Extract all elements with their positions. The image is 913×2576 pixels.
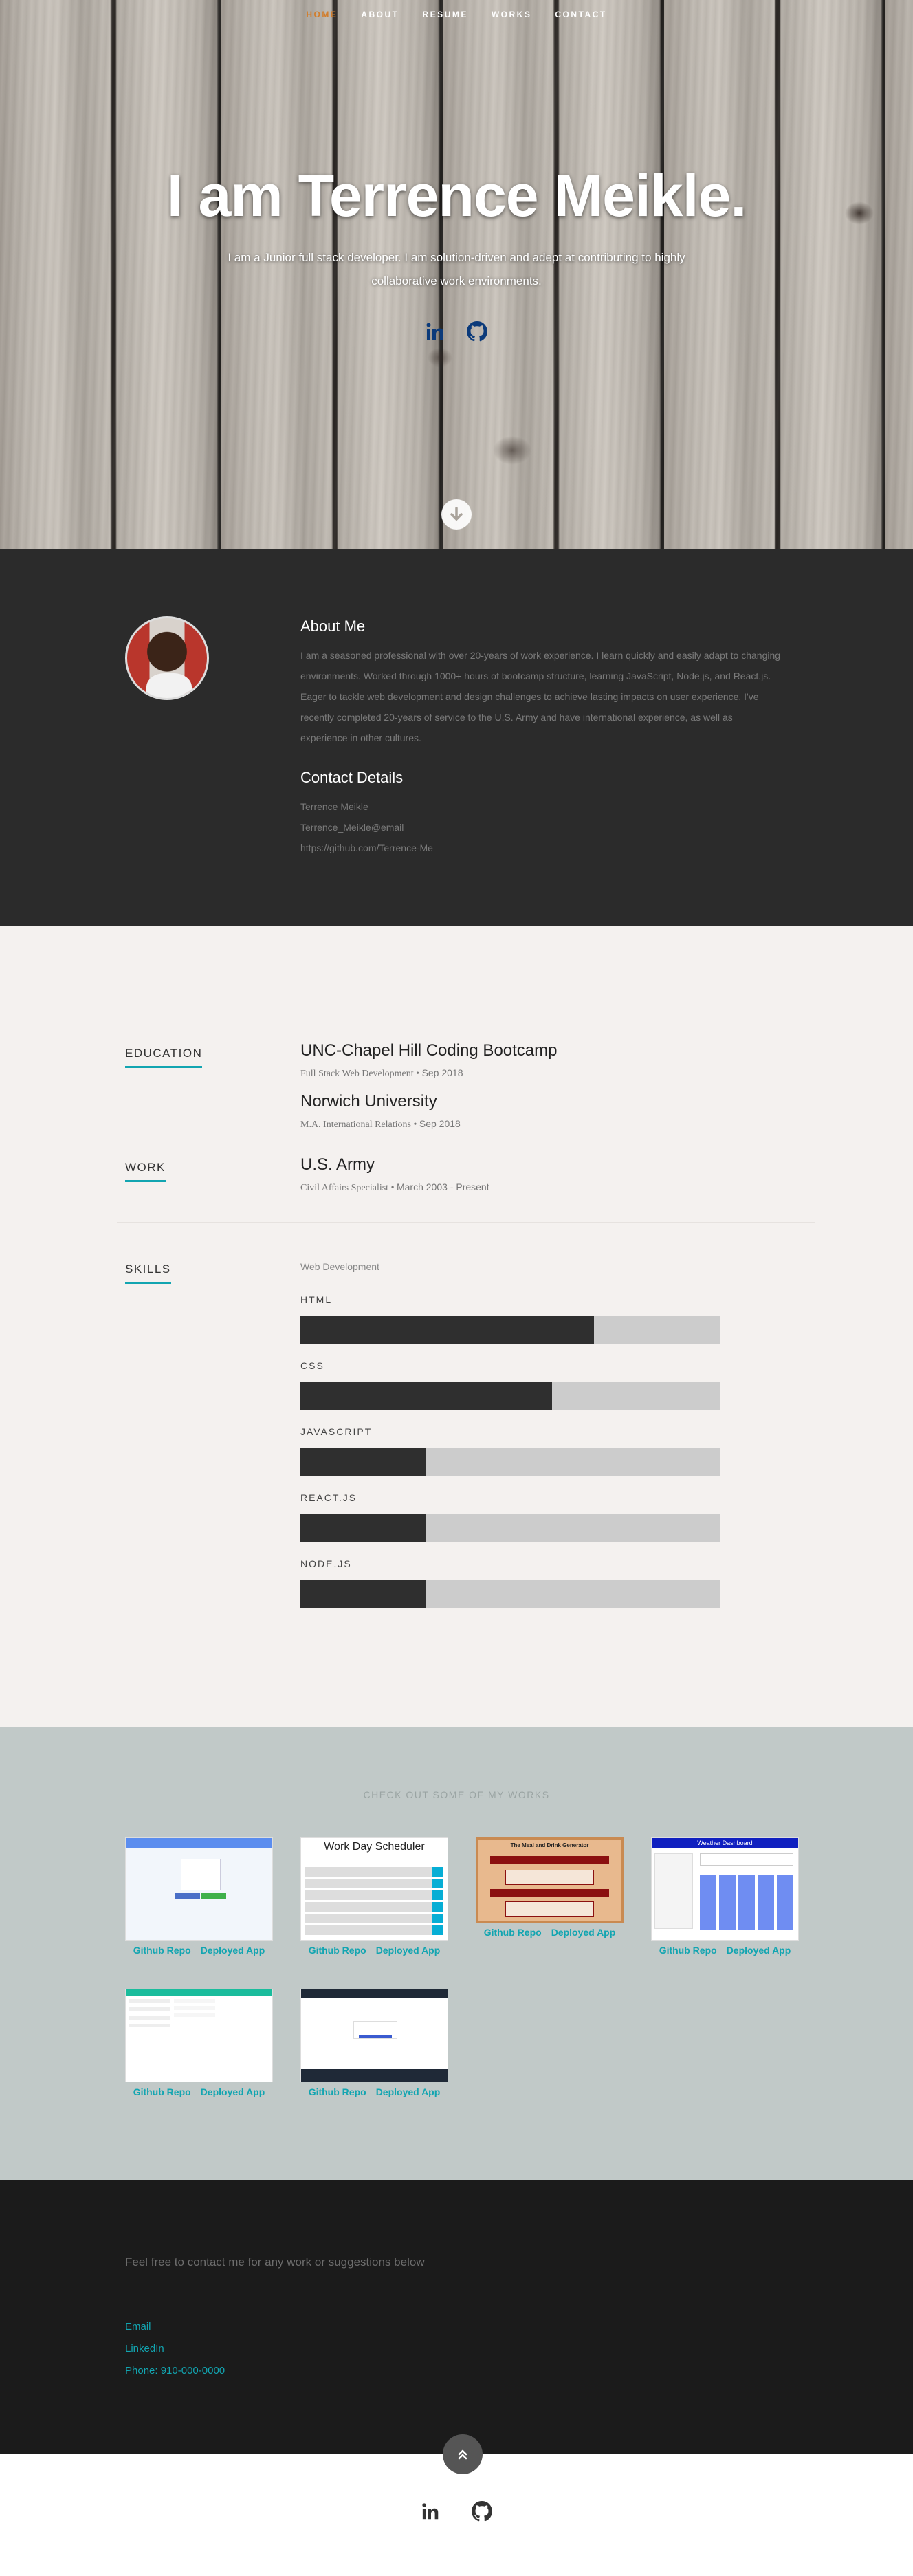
about-body: About Me I am a seasoned professional wi…	[300, 618, 782, 858]
contact-name: Terrence Meikle	[300, 801, 368, 812]
github-icon[interactable]	[465, 320, 489, 343]
profile-photo	[125, 616, 209, 700]
contact-github: https://github.com/Terrence-Me	[300, 842, 433, 853]
contact-heading: Contact Details	[300, 769, 404, 786]
skill-fill	[300, 1448, 426, 1476]
project-thumbnail[interactable]	[125, 1837, 273, 1941]
project-card: The Meal and Drink Generator Github Repo…	[476, 1837, 624, 1938]
project-thumbnail[interactable]: Work Day Scheduler	[300, 1837, 448, 1941]
nav-works[interactable]: WORKS	[492, 10, 532, 19]
skills-category: Web Development	[300, 1261, 380, 1272]
project-card: Github Repo Deployed App	[125, 1837, 273, 1956]
github-repo-link[interactable]: Github Repo	[309, 1945, 366, 1956]
footer-text: Feel free to contact me for any work or …	[125, 2256, 425, 2269]
education-title: Norwich University	[300, 1092, 437, 1111]
linkedin-link[interactable]: LinkedIn	[125, 2338, 225, 2360]
github-repo-link[interactable]: Github Repo	[133, 1945, 191, 1956]
main-nav: HOME ABOUT RESUME WORKS CONTACT	[0, 10, 913, 19]
scroll-down-button[interactable]	[441, 499, 472, 530]
skill-fill	[300, 1316, 594, 1344]
about-section: About Me I am a seasoned professional wi…	[0, 549, 913, 926]
work-label: WORK	[125, 1161, 166, 1182]
skill-name: JAVASCRIPT	[300, 1426, 373, 1437]
project-links: Github Repo Deployed App	[476, 1927, 624, 1938]
phone-link[interactable]: Phone: 910-000-0000	[125, 2360, 225, 2382]
footer-social-links	[0, 2500, 913, 2522]
work-title: U.S. Army	[300, 1155, 375, 1174]
work-meta: Civil Affairs Specialist • March 2003 - …	[300, 1181, 490, 1193]
project-thumbnail[interactable]	[125, 1989, 273, 2082]
project-thumbnail[interactable]	[300, 1989, 448, 2082]
arrow-down-icon	[450, 507, 463, 521]
contact-email: Terrence_Meikle@email	[300, 822, 404, 833]
skills-list: HTML CSS JAVASCRIPT REACT.JS NODE.JS	[300, 1294, 720, 1608]
skills-content: Web Development HTML CSS JAVASCRIPT REAC…	[300, 1261, 720, 1624]
github-repo-link[interactable]: Github Repo	[484, 1927, 542, 1938]
nav-contact[interactable]: CONTACT	[555, 10, 606, 19]
work-content: U.S. Army Civil Affairs Specialist • Mar…	[300, 1155, 490, 1206]
resume-section: EDUCATION UNC-Chapel Hill Coding Bootcam…	[0, 926, 913, 1727]
project-thumbnail[interactable]: The Meal and Drink Generator	[476, 1837, 624, 1923]
about-heading: About Me	[300, 618, 366, 635]
skill-name: HTML	[300, 1294, 333, 1305]
project-card: Work Day Scheduler Github Repo Deployed …	[300, 1837, 448, 1956]
skill-bar	[300, 1580, 720, 1608]
skills-label: SKILLS	[125, 1263, 171, 1284]
skill-fill	[300, 1580, 426, 1608]
project-links: Github Repo Deployed App	[651, 1945, 799, 1956]
hero-title: I am Terrence Meikle.	[166, 163, 747, 229]
footer-section: Feel free to contact me for any work or …	[0, 2180, 913, 2454]
hero-social-links	[0, 320, 913, 343]
github-repo-link[interactable]: Github Repo	[309, 2086, 366, 2097]
project-links: Github Repo Deployed App	[125, 1945, 273, 1956]
nav-home[interactable]: HOME	[306, 10, 338, 19]
github-repo-link[interactable]: Github Repo	[133, 2086, 191, 2097]
skill-bar	[300, 1514, 720, 1542]
skill-bar	[300, 1316, 720, 1344]
skill-name: CSS	[300, 1360, 324, 1371]
education-meta: Full Stack Web Development • Sep 2018	[300, 1067, 463, 1079]
nav-about[interactable]: ABOUT	[361, 10, 399, 19]
deployed-app-link[interactable]: Deployed App	[201, 1945, 265, 1956]
skills-row: SKILLS Web Development HTML CSS JAVASCRI…	[117, 1223, 815, 1690]
portfolio-section: CHECK OUT SOME OF MY WORKS Github Repo D…	[0, 1727, 913, 2180]
skill-name: NODE.JS	[300, 1558, 352, 1569]
education-title: UNC-Chapel Hill Coding Bootcamp	[300, 1041, 558, 1060]
deployed-app-link[interactable]: Deployed App	[376, 1945, 441, 1956]
work-row: WORK U.S. Army Civil Affairs Specialist …	[117, 1115, 815, 1223]
double-chevron-up-icon	[458, 2449, 468, 2460]
skill-name: REACT.JS	[300, 1492, 358, 1503]
github-icon[interactable]	[471, 2500, 493, 2522]
project-thumbnail[interactable]: Weather Dashboard	[651, 1837, 799, 1941]
linkedin-icon[interactable]	[420, 2500, 442, 2522]
education-label: EDUCATION	[125, 1047, 202, 1068]
footer-links: Email LinkedIn Phone: 910-000-0000	[125, 2316, 225, 2382]
project-card: Github Repo Deployed App	[125, 1989, 273, 2097]
skill-bar	[300, 1448, 720, 1476]
back-to-top-button[interactable]	[443, 2434, 483, 2474]
project-links: Github Repo Deployed App	[300, 2086, 448, 2097]
project-card: Weather Dashboard Github Repo Deployed A…	[651, 1837, 799, 1956]
deployed-app-link[interactable]: Deployed App	[201, 2086, 265, 2097]
nav-resume[interactable]: RESUME	[423, 10, 468, 19]
project-card: Github Repo Deployed App	[300, 1989, 448, 2097]
github-repo-link[interactable]: Github Repo	[659, 1945, 717, 1956]
skill-fill	[300, 1514, 426, 1542]
hero-subtitle: I am a Junior full stack developer. I am…	[228, 251, 685, 287]
deployed-app-link[interactable]: Deployed App	[727, 1945, 791, 1956]
email-link[interactable]: Email	[125, 2316, 225, 2338]
project-links: Github Repo Deployed App	[125, 2086, 273, 2097]
linkedin-icon[interactable]	[424, 320, 448, 343]
skill-fill	[300, 1382, 552, 1410]
about-text: I am a seasoned professional with over 2…	[300, 650, 781, 743]
deployed-app-link[interactable]: Deployed App	[376, 2086, 441, 2097]
deployed-app-link[interactable]: Deployed App	[551, 1927, 616, 1938]
portfolio-title: CHECK OUT SOME OF MY WORKS	[363, 1789, 550, 1800]
skill-bar	[300, 1382, 720, 1410]
project-links: Github Repo Deployed App	[300, 1945, 448, 1956]
hero-section: HOME ABOUT RESUME WORKS CONTACT I am Ter…	[0, 0, 913, 549]
education-row: EDUCATION UNC-Chapel Hill Coding Bootcam…	[117, 981, 815, 1130]
